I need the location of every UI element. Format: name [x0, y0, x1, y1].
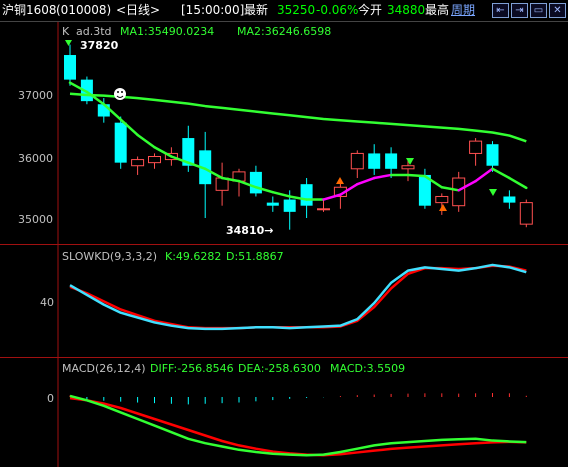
k-value-label: K:49.6282	[165, 250, 221, 263]
ma1-segment	[136, 133, 156, 149]
candle-body	[300, 184, 313, 206]
candle-body	[131, 159, 145, 167]
macd-y-tick-0: 0	[47, 392, 54, 405]
candle-body	[114, 122, 127, 163]
candle-body	[401, 165, 415, 170]
candle-body	[486, 144, 499, 166]
kd-plot	[69, 263, 527, 331]
ma1-segment	[271, 190, 291, 198]
smiley-icon	[114, 88, 126, 100]
buy-arrow-icon	[336, 177, 344, 184]
y-tick-36000: 36000	[18, 152, 53, 165]
candle-body	[385, 153, 398, 169]
sell-arrow-icon-3	[489, 189, 497, 196]
ma1-label: MA1:35490.0234	[120, 25, 214, 38]
kd-title: SLOWKD(9,3,3,2)	[62, 250, 157, 263]
diff-line	[69, 394, 527, 457]
y-tick-37000: 37000	[18, 89, 53, 102]
sell-arrow-icon	[65, 40, 72, 46]
dea-label: DEA:-258.6300	[238, 362, 321, 375]
ma1-segment	[406, 173, 427, 178]
ma1-segment	[153, 146, 173, 158]
macd-plot	[69, 392, 527, 457]
dea-line	[69, 396, 527, 457]
ma1-segment	[508, 176, 528, 190]
candle-body	[283, 199, 296, 212]
sell-arrow-icon-2	[406, 158, 414, 165]
candle-body	[148, 156, 161, 164]
ma1-segment	[356, 176, 376, 186]
k-line	[69, 263, 527, 331]
kd-y-tick-40: 40	[40, 296, 54, 309]
candle-body	[317, 208, 330, 211]
candle-body	[368, 153, 381, 169]
candle-body	[64, 55, 76, 80]
candle-body	[435, 195, 449, 204]
ma1-segment	[474, 167, 494, 183]
candle-body	[469, 140, 483, 154]
low-annotation: 34810→	[226, 224, 274, 237]
buy-arrow-icon-2	[439, 204, 447, 211]
candlestick-plot	[64, 44, 533, 230]
ma1-segment	[372, 173, 393, 180]
candle-body	[249, 171, 262, 194]
candle-body	[503, 196, 516, 203]
y-tick-35000: 35000	[18, 213, 53, 226]
macd-title: MACD(26,12,4)	[62, 362, 146, 375]
macd-value-label: MACD:3.5509	[330, 362, 405, 375]
k-label: K	[62, 25, 70, 38]
adjustment-label: ad.3td	[76, 25, 112, 38]
candle-body	[519, 202, 533, 225]
candle-body	[452, 177, 466, 207]
d-value-label: D:51.8867	[226, 250, 284, 263]
ma1-segment	[491, 167, 511, 180]
candle-body	[350, 152, 364, 170]
candle-body	[266, 202, 279, 206]
ma2-label: MA2:36246.6598	[237, 25, 331, 38]
high-annotation: 37820	[80, 39, 119, 52]
chart-area[interactable]: K ad.3td MA1:35490.0234 MA2:36246.6598 3…	[0, 0, 568, 467]
candle-body	[97, 104, 110, 117]
diff-label: DIFF:-256.8546	[150, 362, 234, 375]
ma1-segment	[322, 193, 342, 201]
